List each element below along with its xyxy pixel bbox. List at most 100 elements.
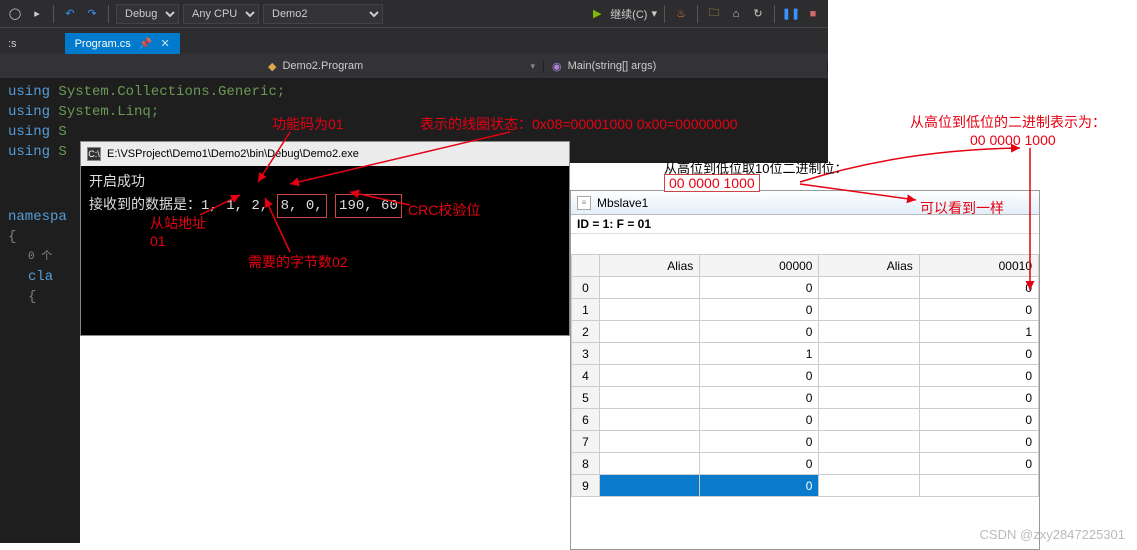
stop-icon[interactable]: ■	[804, 5, 822, 23]
watermark: CSDN @zxy2847225301	[980, 527, 1125, 542]
back-icon[interactable]: ◯	[6, 5, 24, 23]
table-row[interactable]: 1 0 0	[572, 299, 1039, 321]
continue-label[interactable]: 继续(C)	[610, 6, 647, 22]
table-row[interactable]: 5 0 0	[572, 387, 1039, 409]
ann-bits2: 00 0000 1000	[970, 132, 1056, 148]
cell-alias2[interactable]	[819, 277, 919, 299]
table-row[interactable]: 4 0 0	[572, 365, 1039, 387]
pin-icon[interactable]: 📌	[139, 37, 153, 50]
cell-alias1[interactable]	[600, 343, 700, 365]
cell-v2[interactable]: 0	[919, 299, 1038, 321]
cell-alias2[interactable]	[819, 321, 919, 343]
pause-icon[interactable]: ❚❚	[782, 5, 800, 23]
cell-alias2[interactable]	[819, 343, 919, 365]
console-window: C:\ E:\VSProject\Demo1\Demo2\bin\Debug\D…	[80, 141, 570, 336]
mbslave-window: ≡ Mbslave1 ID = 1: F = 01 Alias 00000 Al…	[570, 190, 1040, 550]
class-dropdown[interactable]: ◆ Demo2.Program ▾	[260, 60, 544, 73]
mbslave-title: Mbslave1	[597, 196, 648, 210]
toolbar: ◯ ▸ ↶ ↷ Debug Any CPU Demo2 ▶ 继续(C) ▾ ♨ …	[0, 0, 828, 28]
folder-icon[interactable]: 🗀	[705, 5, 723, 23]
cell-v1[interactable]: 0	[700, 321, 819, 343]
hot-reload-icon[interactable]: ♨	[672, 5, 690, 23]
col-00000: 00000	[700, 255, 819, 277]
app-icon[interactable]: ⌂	[727, 5, 745, 23]
col-alias-1: Alias	[600, 255, 700, 277]
continue-icon[interactable]: ▶	[588, 5, 606, 23]
mbslave-titlebar[interactable]: ≡ Mbslave1	[571, 191, 1039, 215]
tab-other[interactable]: :s	[0, 34, 25, 54]
cell-alias2[interactable]	[819, 453, 919, 475]
cell-alias1[interactable]	[600, 409, 700, 431]
table-row[interactable]: 8 0 0	[572, 453, 1039, 475]
cell-alias1[interactable]	[600, 299, 700, 321]
config-dropdown[interactable]: Debug	[116, 4, 179, 24]
console-titlebar[interactable]: C:\ E:\VSProject\Demo1\Demo2\bin\Debug\D…	[81, 142, 569, 166]
undo-icon[interactable]: ↶	[61, 5, 79, 23]
row-num: 2	[572, 321, 600, 343]
col-rownum	[572, 255, 600, 277]
console-line-1: 开启成功	[89, 172, 561, 194]
cell-v2[interactable]: 0	[919, 343, 1038, 365]
cell-alias2[interactable]	[819, 365, 919, 387]
cell-v2[interactable]: 0	[919, 409, 1038, 431]
col-alias-2: Alias	[819, 255, 919, 277]
row-num: 7	[572, 431, 600, 453]
cell-alias1[interactable]	[600, 321, 700, 343]
console-path: E:\VSProject\Demo1\Demo2\bin\Debug\Demo2…	[107, 148, 359, 160]
tab-strip: :s Program.cs 📌 ✕	[0, 28, 828, 54]
redo-icon[interactable]: ↷	[83, 5, 101, 23]
cell-v1[interactable]: 0	[700, 409, 819, 431]
cell-v2[interactable]: 0	[919, 387, 1038, 409]
row-num: 5	[572, 387, 600, 409]
forward-icon[interactable]: ▸	[28, 5, 46, 23]
table-row[interactable]: 6 0 0	[572, 409, 1039, 431]
cell-alias2[interactable]	[819, 299, 919, 321]
row-num: 1	[572, 299, 600, 321]
close-icon[interactable]: ✕	[161, 37, 170, 50]
cell-v1[interactable]: 0	[700, 475, 819, 497]
cell-alias1[interactable]	[600, 387, 700, 409]
cell-v1[interactable]: 0	[700, 387, 819, 409]
project-dropdown[interactable]: Demo2	[263, 4, 383, 24]
method-icon: ◉	[552, 60, 562, 73]
table-row[interactable]: 2 0 1	[572, 321, 1039, 343]
cell-v1[interactable]: 0	[700, 431, 819, 453]
cell-v2[interactable]	[919, 475, 1038, 497]
cell-v1[interactable]: 0	[700, 299, 819, 321]
cell-v2[interactable]: 0	[919, 365, 1038, 387]
cell-v1[interactable]: 1	[700, 343, 819, 365]
table-row[interactable]: 9 0	[572, 475, 1039, 497]
cell-alias2[interactable]	[819, 387, 919, 409]
cell-v2[interactable]: 0	[919, 277, 1038, 299]
cell-alias1[interactable]	[600, 365, 700, 387]
mbslave-table[interactable]: Alias 00000 Alias 00010 0 0 01 0 02 0 13…	[571, 254, 1039, 497]
row-num: 6	[572, 409, 600, 431]
doc-icon: ≡	[577, 196, 591, 210]
cell-v2[interactable]: 0	[919, 453, 1038, 475]
tab-program-cs[interactable]: Program.cs 📌 ✕	[65, 33, 180, 54]
cell-v2[interactable]: 0	[919, 431, 1038, 453]
cell-alias1[interactable]	[600, 431, 700, 453]
cell-alias2[interactable]	[819, 431, 919, 453]
cell-v1[interactable]: 0	[700, 365, 819, 387]
table-row[interactable]: 7 0 0	[572, 431, 1039, 453]
code-editor-left[interactable]: namespa { 0 个 cla {	[0, 163, 80, 543]
cell-alias2[interactable]	[819, 409, 919, 431]
mbslave-id-line: ID = 1: F = 01	[571, 215, 1039, 234]
row-num: 4	[572, 365, 600, 387]
cell-alias1[interactable]	[600, 453, 700, 475]
row-num: 0	[572, 277, 600, 299]
cell-v2[interactable]: 1	[919, 321, 1038, 343]
cell-alias2[interactable]	[819, 475, 919, 497]
platform-dropdown[interactable]: Any CPU	[183, 4, 259, 24]
cell-v1[interactable]: 0	[700, 277, 819, 299]
cell-alias1[interactable]	[600, 475, 700, 497]
breadcrumb: ◆ Demo2.Program ▾ ◉ Main(string[] args)	[0, 54, 828, 78]
table-row[interactable]: 3 1 0	[572, 343, 1039, 365]
cell-alias1[interactable]	[600, 277, 700, 299]
cell-v1[interactable]: 0	[700, 453, 819, 475]
table-row[interactable]: 0 0 0	[572, 277, 1039, 299]
refresh-icon[interactable]: ↻	[749, 5, 767, 23]
console-line-2: 接收到的数据是：1, 1, 2, 8, 0, 190, 60	[89, 194, 561, 218]
method-dropdown[interactable]: ◉ Main(string[] args)	[544, 60, 828, 73]
